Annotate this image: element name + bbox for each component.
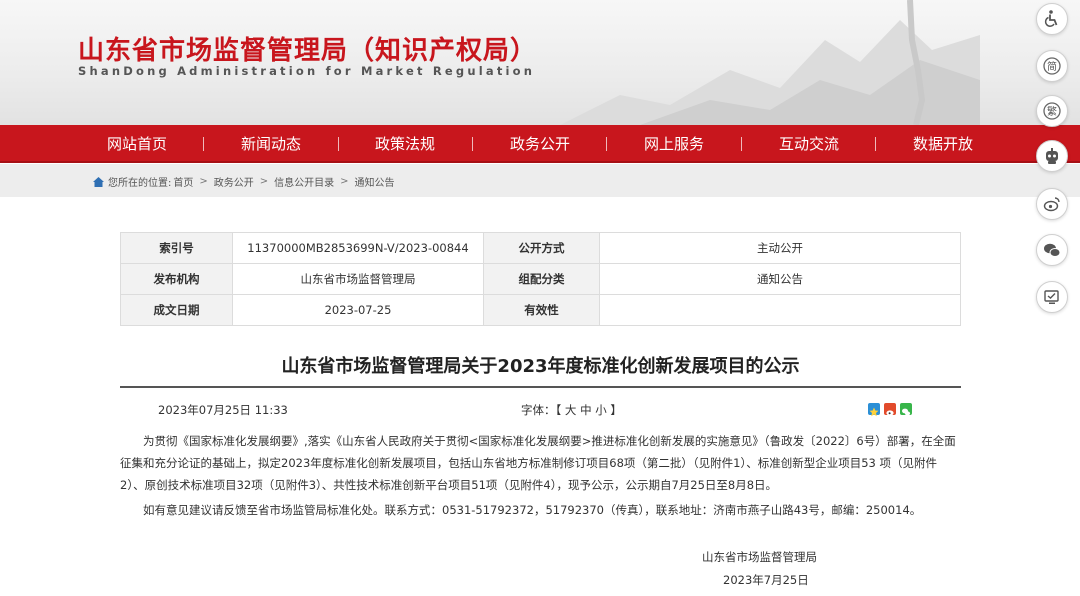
- font-small-button[interactable]: 小: [595, 403, 607, 417]
- nav-divider: [606, 137, 607, 151]
- mountain-background-image: [560, 0, 980, 125]
- nav-item-interaction[interactable]: 互动交流: [754, 125, 864, 163]
- nav-divider: [472, 137, 473, 151]
- breadcrumb: 您所在的位置: 首页 > 政务公开 > 信息公开目录 > 通知公告: [93, 174, 395, 189]
- index-value: 11370000MB2853699N-V/2023-00844: [232, 232, 484, 264]
- breadcrumb-prefix: 您所在的位置:: [108, 178, 172, 189]
- table-row: 成文日期 2023-07-25 有效性: [120, 294, 961, 326]
- traditional-chinese-button[interactable]: 繁: [1036, 95, 1068, 127]
- nav-item-home[interactable]: 网站首页: [82, 125, 192, 163]
- disclosure-value: 主动公开: [599, 232, 961, 264]
- article-paragraph: 为贯彻《国家标准化发展纲要》,落实《山东省人民政府关于贯彻<国家标准化发展纲要>…: [120, 434, 956, 492]
- nav-divider: [338, 137, 339, 151]
- font-size-control: 字体：【 大 中 小 】: [521, 402, 622, 418]
- app-icon: [1044, 290, 1059, 304]
- index-label: 索引号: [120, 232, 233, 264]
- weibo-share-icon[interactable]: [884, 403, 896, 416]
- nav-item-policy[interactable]: 政策法规: [350, 125, 460, 163]
- breadcrumb-separator: >: [199, 176, 208, 187]
- nav-item-online-service[interactable]: 网上服务: [619, 125, 729, 163]
- traditional-chinese-icon: 繁: [1043, 102, 1061, 120]
- breadcrumb-separator: >: [340, 176, 349, 187]
- date-value: 2023-07-25: [232, 294, 484, 326]
- article-title: 山东省市场监督管理局关于2023年度标准化创新发展项目的公示: [281, 356, 800, 377]
- nav-item-open-data[interactable]: 数据开放: [888, 125, 998, 163]
- date-label: 成文日期: [120, 294, 233, 326]
- font-size-label: 字体：: [521, 403, 556, 417]
- table-row: 索引号 11370000MB2853699N-V/2023-00844 公开方式…: [120, 232, 961, 264]
- simplified-label: 简: [1047, 60, 1057, 73]
- table-row: 发布机构 山东省市场监督管理局 组配分类 通知公告: [120, 263, 961, 295]
- site-header: 山东省市场监督管理局（知识产权局） ShanDong Administratio…: [0, 0, 1080, 125]
- wechat-icon: [1044, 243, 1061, 257]
- wechat-button[interactable]: [1036, 234, 1068, 266]
- title-divider: [120, 386, 961, 388]
- nav-item-government-affairs[interactable]: 政务公开: [485, 125, 595, 163]
- validity-value: [599, 294, 961, 326]
- qzone-share-icon[interactable]: [868, 403, 880, 417]
- disclosure-label: 公开方式: [483, 232, 600, 264]
- weibo-button[interactable]: [1036, 188, 1068, 220]
- robot-assistant-button[interactable]: [1036, 140, 1068, 172]
- breadcrumb-item-home[interactable]: 首页: [173, 174, 193, 189]
- font-bracket-close: 】: [610, 403, 622, 417]
- breadcrumb-bar: 您所在的位置: 首页 > 政务公开 > 信息公开目录 > 通知公告: [0, 164, 1080, 197]
- breadcrumb-separator: >: [259, 176, 269, 187]
- site-subtitle: ShanDong Administration for Market Regul…: [78, 64, 536, 78]
- weibo-icon: [1043, 197, 1060, 212]
- font-bracket-open: 【: [555, 403, 562, 417]
- category-value: 通知公告: [599, 263, 961, 295]
- article-sign-date: 2023年7月25日: [723, 573, 809, 587]
- mobile-app-button[interactable]: [1036, 281, 1068, 313]
- nav-divider: [741, 137, 742, 151]
- article-signature: 山东省市场监督管理局: [702, 550, 817, 564]
- font-large-button[interactable]: 大: [565, 403, 577, 417]
- robot-icon: [1046, 148, 1058, 164]
- site-title[interactable]: 山东省市场监督管理局（知识产权局）: [78, 30, 537, 67]
- publish-datetime: 2023年07月25日 11:33: [158, 403, 288, 417]
- share-buttons: [868, 403, 912, 417]
- breadcrumb-item-notices[interactable]: 通知公告: [355, 174, 395, 189]
- accessibility-icon: [1044, 10, 1058, 27]
- simplified-chinese-button[interactable]: 简: [1036, 50, 1068, 82]
- publisher-value: 山东省市场监督管理局: [232, 263, 484, 295]
- simplified-chinese-icon: 简: [1043, 57, 1061, 75]
- category-label: 组配分类: [483, 263, 600, 295]
- breadcrumb-item-government-affairs[interactable]: 政务公开: [214, 174, 254, 189]
- publisher-label: 发布机构: [120, 263, 233, 295]
- article-paragraph: 如有意见建议请反馈至省市场监管局标准化处。联系方式：0531-51792372，…: [143, 503, 922, 517]
- document-info-table: 索引号 11370000MB2853699N-V/2023-00844 公开方式…: [120, 232, 961, 326]
- font-medium-button[interactable]: 中: [580, 403, 592, 417]
- traditional-label: 繁: [1047, 105, 1057, 118]
- main-nav: 网站首页 新闻动态 政策法规 政务公开 网上服务 互动交流 数据开放: [0, 125, 1080, 163]
- breadcrumb-item-catalog[interactable]: 信息公开目录: [274, 174, 334, 189]
- nav-item-news[interactable]: 新闻动态: [216, 125, 326, 163]
- nav-divider: [875, 137, 876, 151]
- nav-divider: [203, 137, 204, 151]
- validity-label: 有效性: [483, 294, 600, 326]
- wechat-share-icon[interactable]: [900, 403, 912, 416]
- home-icon: [93, 176, 104, 187]
- accessibility-button[interactable]: [1036, 3, 1068, 35]
